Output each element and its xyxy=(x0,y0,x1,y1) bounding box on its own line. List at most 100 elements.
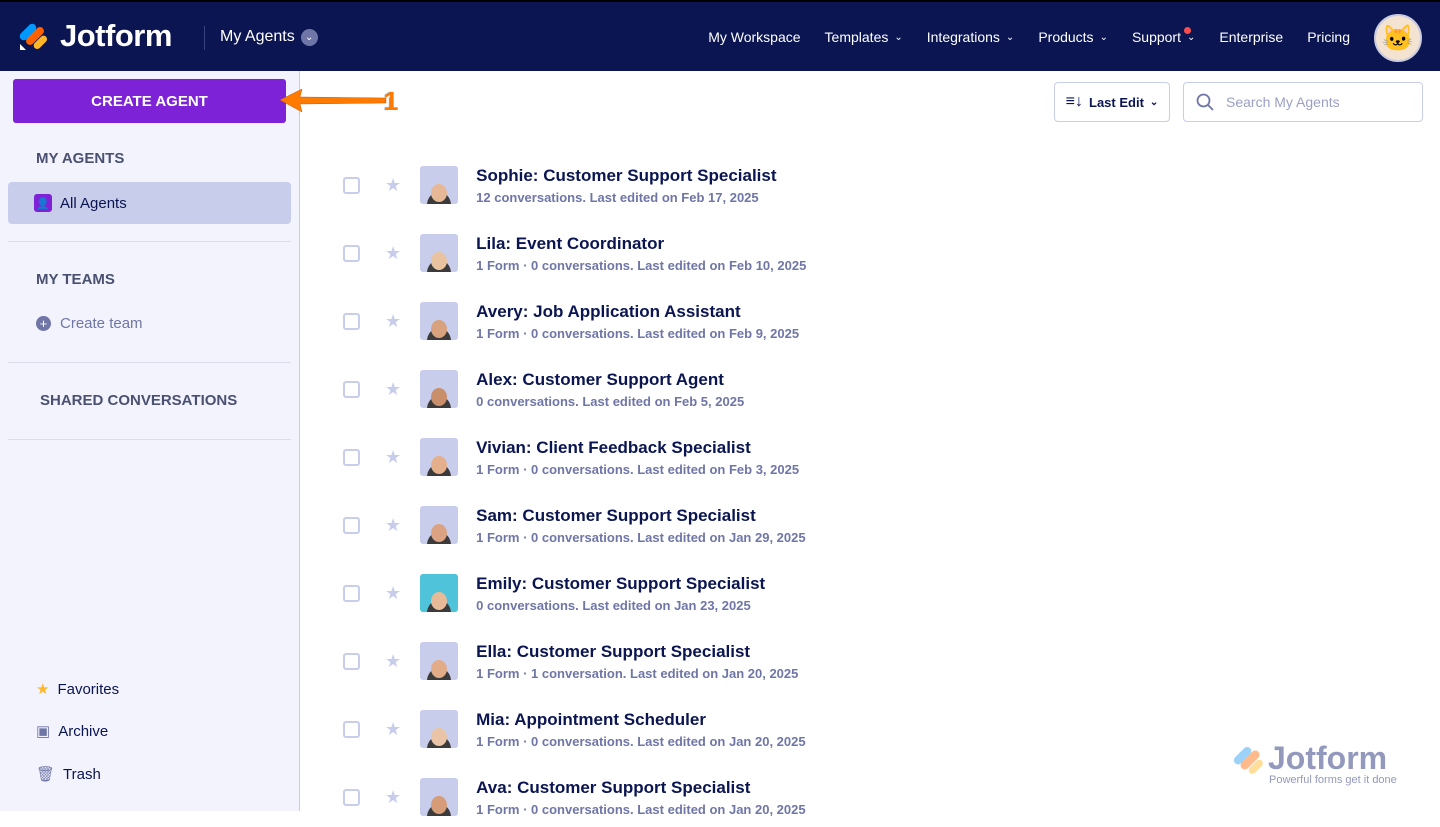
row-checkbox[interactable] xyxy=(343,516,360,534)
nav-templates[interactable]: Templates ⌄ xyxy=(825,29,903,45)
chevron-down-icon: ⌄ xyxy=(1005,31,1015,43)
agent-name[interactable]: Sam: Customer Support Specialist xyxy=(476,506,805,526)
agent-name[interactable]: Ella: Customer Support Specialist xyxy=(476,642,798,662)
agent-meta: 1 Form · 1 conversation. Last edited on … xyxy=(476,665,799,681)
section-switcher[interactable]: My Agents ⌄ xyxy=(220,28,318,46)
star-icon[interactable]: ★ xyxy=(385,719,401,740)
agent-row[interactable]: ★ Alex: Customer Support Agent 0 convers… xyxy=(330,359,1230,419)
agent-name[interactable]: Alex: Customer Support Agent xyxy=(476,370,744,390)
agent-avatar xyxy=(420,574,459,612)
agent-row[interactable]: ★ Ella: Customer Support Specialist 1 Fo… xyxy=(330,631,1230,691)
agent-meta: 1 Form · 0 conversations. Last edited on… xyxy=(476,529,806,545)
sidebar-item-all-agents[interactable]: 👤 All Agents xyxy=(8,182,291,224)
nav-label: Pricing xyxy=(1307,29,1350,45)
sidebar-item-label: All Agents xyxy=(60,194,127,212)
agent-name[interactable]: Sophie: Customer Support Specialist xyxy=(476,166,776,186)
create-agent-button[interactable]: CREATE AGENT xyxy=(13,79,286,123)
sidebar-item-label: Trash xyxy=(63,765,101,783)
archive-icon: ▣ xyxy=(36,723,51,740)
shared-conversations-link[interactable]: SHARED CONVERSATIONS xyxy=(40,392,237,409)
annotation-number: 1 xyxy=(384,86,399,116)
nav-pricing[interactable]: Pricing xyxy=(1307,29,1350,45)
search-input[interactable] xyxy=(1226,94,1406,110)
agent-row[interactable]: ★ Sam: Customer Support Specialist 1 For… xyxy=(330,495,1230,555)
star-icon[interactable]: ★ xyxy=(385,651,401,672)
chevron-down-icon: ⌄ xyxy=(1099,31,1108,43)
row-checkbox[interactable] xyxy=(343,244,360,262)
brand-name: Jotform xyxy=(60,18,172,53)
row-checkbox[interactable] xyxy=(343,584,360,602)
star-icon[interactable]: ★ xyxy=(385,379,401,400)
sort-label: Last Edit xyxy=(1089,94,1144,110)
agent-meta: 0 conversations. Last edited on Feb 5, 2… xyxy=(476,393,745,409)
agent-name[interactable]: Ava: Customer Support Specialist xyxy=(476,778,805,798)
sidebar-item-archive[interactable]: ▣ Archive xyxy=(36,722,109,741)
sidebar-item-label: Favorites xyxy=(57,680,120,698)
chevron-down-icon: ⌄ xyxy=(300,28,318,46)
nav-support[interactable]: Support ⌄ xyxy=(1131,27,1195,45)
agent-row[interactable]: ★ Sophie: Customer Support Specialist 12… xyxy=(330,155,1230,215)
user-avatar[interactable]: 🐱 xyxy=(1374,14,1422,62)
agent-meta: 1 Form · 0 conversations. Last edited on… xyxy=(476,733,806,749)
agent-row[interactable]: ★ Mia: Appointment Scheduler 1 Form · 0 … xyxy=(330,699,1230,759)
nav-integrations[interactable]: Integrations ⌄ xyxy=(927,29,1015,45)
agent-row[interactable]: ★ Lila: Event Coordinator 1 Form · 0 con… xyxy=(330,223,1230,283)
star-icon[interactable]: ★ xyxy=(385,175,401,196)
agent-name[interactable]: Vivian: Client Feedback Specialist xyxy=(476,438,799,458)
divider xyxy=(8,362,291,363)
star-icon[interactable]: ★ xyxy=(385,583,401,604)
sort-icon: ≡↓ xyxy=(1065,93,1084,110)
chevron-down-icon: ⌄ xyxy=(1149,96,1159,108)
agent-avatar xyxy=(420,302,459,340)
create-team-button[interactable]: + Create team xyxy=(36,315,143,332)
agent-icon: 👤 xyxy=(34,194,52,212)
search-box[interactable] xyxy=(1183,82,1423,122)
agent-row[interactable]: ★ Ava: Customer Support Specialist 1 For… xyxy=(330,767,1230,827)
agent-avatar xyxy=(420,438,459,476)
create-team-label: Create team xyxy=(60,315,143,332)
sort-dropdown[interactable]: ≡↓ Last Edit ⌄ xyxy=(1054,82,1170,122)
sidebar-item-label: Archive xyxy=(58,722,109,740)
nav-label: Integrations xyxy=(926,29,1000,45)
agent-meta: 1 Form · 0 conversations. Last edited on… xyxy=(476,325,800,341)
row-checkbox[interactable] xyxy=(343,448,360,466)
agent-meta: 12 conversations. Last edited on Feb 17,… xyxy=(476,189,759,205)
sidebar-item-favorites[interactable]: ★ Favorites xyxy=(36,680,120,699)
main-nav: My Workspace Templates ⌄ Integrations ⌄ Pr… xyxy=(708,27,1350,45)
agent-name[interactable]: Avery: Job Application Assistant xyxy=(476,302,799,322)
row-checkbox[interactable] xyxy=(343,720,360,738)
trash-icon: 🗑 xyxy=(36,766,56,783)
jotform-logo-icon xyxy=(1233,746,1263,774)
star-icon[interactable]: ★ xyxy=(385,243,401,264)
nav-label: Enterprise xyxy=(1219,29,1284,45)
watermark-tagline: Powerful forms get it done xyxy=(1269,774,1397,786)
watermark-brand: Jotform xyxy=(1268,740,1388,776)
row-checkbox[interactable] xyxy=(343,312,360,330)
agent-row[interactable]: ★ Emily: Customer Support Specialist 0 c… xyxy=(330,563,1230,623)
agent-name[interactable]: Lila: Event Coordinator xyxy=(476,234,806,254)
sidebar-item-trash[interactable]: 🗑 Trash xyxy=(36,765,101,784)
agent-name[interactable]: Mia: Appointment Scheduler xyxy=(476,710,805,730)
star-icon[interactable]: ★ xyxy=(385,311,401,332)
nav-my-workspace[interactable]: My Workspace xyxy=(708,29,800,45)
nav-label: Support xyxy=(1131,29,1181,45)
nav-label: My Workspace xyxy=(708,29,801,45)
agent-name[interactable]: Emily: Customer Support Specialist xyxy=(476,574,765,594)
nav-enterprise[interactable]: Enterprise xyxy=(1219,29,1283,45)
star-icon[interactable]: ★ xyxy=(385,787,401,808)
top-header: Jotform My Agents ⌄ My Workspace Template… xyxy=(0,0,1440,71)
jotform-logo[interactable]: Jotform xyxy=(18,18,172,54)
agent-avatar xyxy=(420,166,459,204)
nav-products[interactable]: Products ⌄ xyxy=(1038,29,1108,45)
star-icon[interactable]: ★ xyxy=(385,515,401,536)
row-checkbox[interactable] xyxy=(343,380,360,398)
row-checkbox[interactable] xyxy=(343,176,360,194)
agent-row[interactable]: ★ Vivian: Client Feedback Specialist 1 F… xyxy=(330,427,1230,487)
row-checkbox[interactable] xyxy=(343,788,360,806)
row-checkbox[interactable] xyxy=(343,652,360,670)
agent-avatar xyxy=(420,370,459,408)
my-agents-heading: MY AGENTS xyxy=(36,150,125,167)
star-icon: ★ xyxy=(36,681,50,698)
star-icon[interactable]: ★ xyxy=(385,447,401,468)
agent-row[interactable]: ★ Avery: Job Application Assistant 1 For… xyxy=(330,291,1230,351)
